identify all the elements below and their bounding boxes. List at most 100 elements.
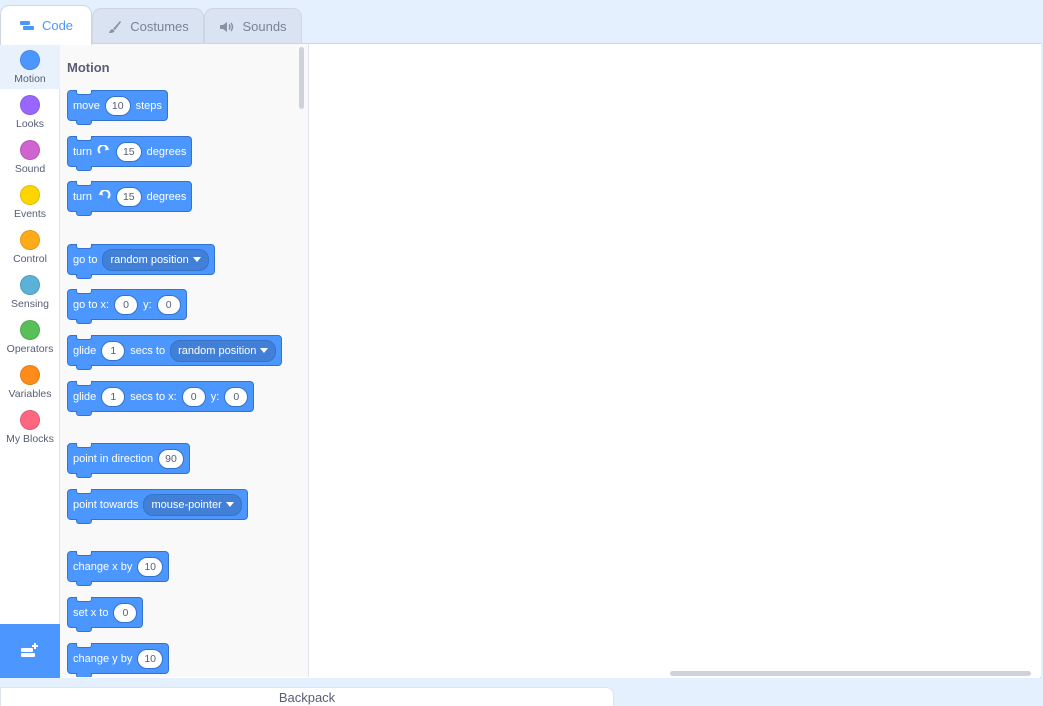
brush-icon (109, 20, 122, 33)
category-label: Operators (6, 343, 54, 355)
block-change-y[interactable]: change y by 10 (67, 643, 170, 677)
caret-down-icon (225, 502, 234, 507)
category-motion[interactable]: Motion (0, 44, 60, 89)
block-text: secs to x: (130, 390, 177, 403)
palette-title: Motion (67, 60, 110, 75)
sensing-dot-icon (20, 275, 40, 295)
add-extension-button[interactable] (0, 624, 60, 678)
block-text: turn (73, 190, 92, 203)
caret-down-icon (192, 257, 201, 262)
caret-down-icon (260, 348, 269, 353)
category-label: Control (13, 253, 47, 265)
backpack-bar[interactable]: Backpack (0, 687, 614, 706)
secs-input[interactable]: 1 (101, 340, 126, 361)
category-menu: Motion Looks Sound Events Control Sensin… (0, 44, 60, 624)
category-label: Events (13, 208, 47, 220)
block-text: degrees (146, 190, 187, 203)
block-text: point towards (73, 498, 139, 511)
block-glide-to[interactable]: glide 1 secs to random position (67, 335, 283, 370)
dropdown-value: mouse-pointer (151, 498, 222, 511)
category-looks[interactable]: Looks (0, 89, 60, 134)
block-text: glide (73, 390, 97, 403)
y-input[interactable]: 0 (224, 386, 249, 407)
block-text: go to (73, 253, 98, 266)
category-label: Looks (15, 118, 45, 130)
block-text: secs to (130, 344, 166, 357)
workspace-scrollbar[interactable] (670, 671, 1031, 676)
block-text: change x by (73, 560, 133, 573)
rotate-right-icon (97, 144, 110, 154)
add-extension-icon (21, 643, 38, 657)
block-text: degrees (146, 145, 187, 158)
block-text: point in direction (73, 452, 154, 465)
block-text: steps (135, 99, 162, 112)
block-glide-xy[interactable]: glide 1 secs to x: 0 y: 0 (67, 381, 255, 416)
block-point-in-direction[interactable]: point in direction 90 (67, 443, 190, 478)
rotate-left-icon (98, 189, 111, 199)
speaker-icon (220, 21, 234, 32)
tab-code-label: Code (41, 18, 74, 33)
dropdown-value: random position (178, 344, 257, 357)
set-x-input[interactable]: 0 (113, 602, 138, 623)
code-icon (19, 20, 34, 30)
block-text: set x to (73, 606, 109, 619)
glide-target-dropdown[interactable]: random position (170, 339, 277, 362)
block-text: y: (143, 298, 152, 311)
block-text: change y by (73, 652, 133, 665)
category-label: Variables (8, 388, 52, 400)
block-move[interactable]: move 10 steps (67, 90, 168, 125)
category-label: My Blocks (6, 433, 54, 445)
category-operators[interactable]: Operators (0, 314, 60, 359)
tab-costumes[interactable]: Costumes (92, 8, 204, 44)
x-input[interactable]: 0 (114, 294, 139, 315)
block-go-to[interactable]: go to random position (67, 244, 215, 279)
category-label: Motion (14, 73, 46, 85)
block-turn-left[interactable]: turn 15 degrees (67, 181, 193, 216)
category-control[interactable]: Control (0, 224, 60, 269)
category-sensing[interactable]: Sensing (0, 269, 60, 314)
y-input[interactable]: 0 (156, 294, 181, 315)
block-text: go to x: (73, 298, 110, 311)
block-text: y: (210, 390, 220, 403)
degrees-input[interactable]: 15 (115, 186, 142, 207)
block-go-to-xy[interactable]: go to x: 0 y: 0 (67, 289, 187, 324)
category-events[interactable]: Events (0, 179, 60, 224)
palette-scrollbar[interactable] (299, 47, 304, 109)
category-variables[interactable]: Variables (0, 359, 60, 404)
block-palette[interactable]: Motion move 10 steps turn 15 degrees tur… (60, 44, 309, 677)
category-label: Sound (14, 163, 46, 175)
editor-tabs: Code Costumes Sounds (0, 0, 1043, 45)
backpack-label: Backpack (278, 689, 336, 705)
dropdown-value: random position (110, 253, 189, 266)
tab-costumes-label: Costumes (130, 19, 189, 34)
script-workspace[interactable] (310, 44, 1041, 677)
control-dot-icon (20, 230, 40, 250)
block-point-towards[interactable]: point towards mouse-pointer (67, 489, 248, 524)
operators-dot-icon (20, 320, 40, 340)
block-set-x[interactable]: set x to 0 (67, 597, 144, 632)
change-y-input[interactable]: 10 (137, 648, 164, 669)
x-input[interactable]: 0 (181, 386, 206, 407)
events-dot-icon (20, 185, 40, 205)
block-text: turn (73, 145, 92, 158)
looks-dot-icon (20, 95, 40, 115)
block-turn-right[interactable]: turn 15 degrees (67, 136, 193, 171)
tab-sounds[interactable]: Sounds (204, 8, 302, 44)
block-text: glide (73, 344, 97, 357)
my-blocks-dot-icon (20, 410, 40, 430)
variables-dot-icon (20, 365, 40, 385)
secs-input[interactable]: 1 (101, 386, 126, 407)
change-x-input[interactable]: 10 (137, 556, 164, 577)
direction-input[interactable]: 90 (158, 448, 184, 469)
category-my-blocks[interactable]: My Blocks (0, 404, 60, 449)
block-change-x[interactable]: change x by 10 (67, 551, 170, 586)
category-sound[interactable]: Sound (0, 134, 60, 179)
degrees-input[interactable]: 15 (115, 141, 142, 162)
sound-dot-icon (20, 140, 40, 160)
steps-input[interactable]: 10 (104, 95, 131, 116)
block-text: move (73, 99, 100, 112)
point-towards-dropdown[interactable]: mouse-pointer (143, 493, 242, 516)
tab-code[interactable]: Code (0, 5, 92, 45)
motion-dot-icon (20, 50, 40, 70)
go-to-dropdown[interactable]: random position (102, 248, 209, 271)
